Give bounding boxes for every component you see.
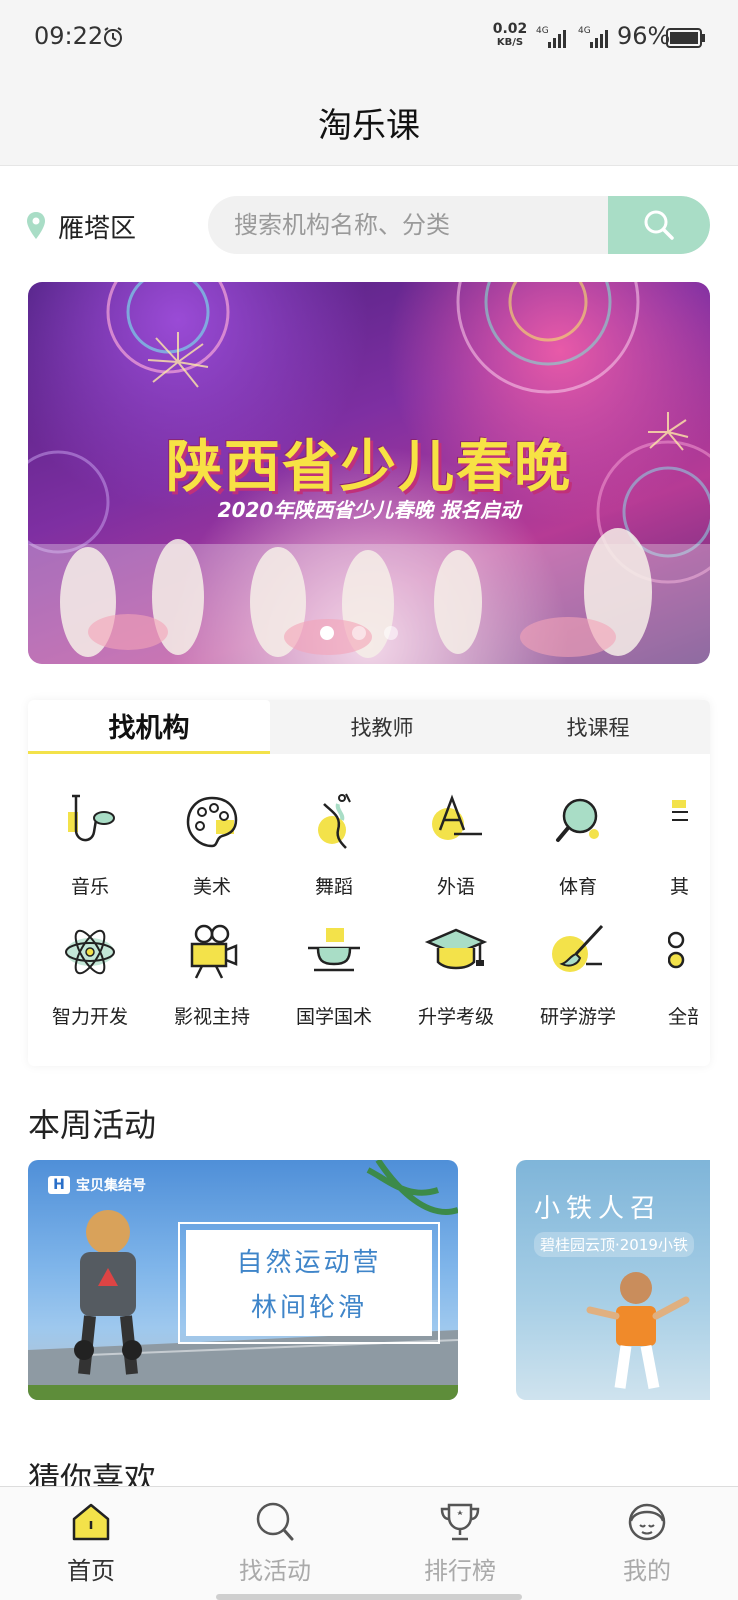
category-grid: 音乐 美术 舞蹈 外语 体育 其 智力开发 影视主持 国学国术 升学考级 研学游… — [28, 790, 710, 1030]
app-screen: 09:22 0.02 KB/S 4G 4G 96% 淘乐课 雁塔区 搜索机构名称… — [0, 0, 738, 1600]
graduation-cap-icon — [424, 928, 488, 970]
search-button[interactable] — [608, 196, 710, 254]
search-icon — [644, 210, 674, 240]
activity-card[interactable]: H 宝贝集结号 自然运动营 林间轮滑 — [28, 1160, 458, 1400]
category-other[interactable]: 其 — [638, 790, 698, 910]
search-input[interactable] — [208, 196, 608, 254]
category-film-hosting[interactable]: 影视主持 — [150, 920, 274, 1040]
tab-find-course[interactable]: 找课程 — [512, 700, 684, 754]
other-icon — [672, 800, 688, 821]
category-all[interactable]: 全部 — [638, 920, 698, 1040]
battery-percent: 96% — [617, 22, 671, 50]
search-type-tabs: 找机构 找教师 找课程 — [28, 700, 710, 754]
nav-profile[interactable]: 我的 — [582, 1487, 712, 1600]
status-time: 09:22 — [34, 22, 104, 50]
tab-find-institution[interactable]: 找机构 — [28, 700, 270, 754]
section-title-this-week: 本周活动 — [28, 1106, 157, 1144]
tab-find-teacher[interactable]: 找教师 — [296, 700, 468, 754]
dancer-icon — [318, 793, 351, 849]
category-exams[interactable]: 升学考级 — [394, 920, 518, 1040]
category-study-tours[interactable]: 研学游学 — [516, 920, 640, 1040]
activity-caption-panel: 自然运动营 林间轮滑 — [178, 1222, 440, 1344]
battery-icon — [666, 28, 705, 48]
nav-ranking[interactable]: 排行榜 — [395, 1487, 525, 1600]
home-indicator[interactable] — [216, 1594, 522, 1600]
category-intelligence[interactable]: 智力开发 — [28, 920, 152, 1040]
activity-brand-logo: H 宝贝集结号 — [48, 1174, 146, 1196]
search-bar — [208, 196, 710, 254]
carousel-dots — [28, 626, 700, 640]
ink-stone-icon — [308, 928, 360, 972]
category-music[interactable]: 音乐 — [28, 790, 152, 910]
category-chinese-studies[interactable]: 国学国术 — [272, 920, 396, 1040]
svg-text:4G: 4G — [578, 26, 591, 36]
app-header: 淘乐课 — [0, 80, 738, 166]
category-dance[interactable]: 舞蹈 — [272, 790, 396, 910]
palette-icon — [186, 796, 238, 848]
all-icon — [668, 931, 685, 969]
location-pin-icon — [27, 212, 45, 239]
category-art[interactable]: 美术 — [150, 790, 274, 910]
nav-find-activity[interactable]: 找活动 — [210, 1487, 340, 1600]
atom-icon — [65, 929, 115, 975]
profile-icon — [628, 1503, 666, 1541]
bottom-navigation: 首页 找活动 排行榜 我的 — [0, 1486, 738, 1600]
paintbrush-icon — [552, 924, 604, 972]
trophy-icon — [440, 1503, 480, 1541]
carousel-dot[interactable] — [384, 626, 398, 640]
ping-pong-icon — [556, 798, 599, 842]
home-icon — [72, 1503, 110, 1541]
search-activity-icon — [256, 1502, 294, 1541]
nav-home[interactable]: 首页 — [26, 1487, 156, 1600]
activity-subtitle: 碧桂园云顶·2019小铁 — [534, 1232, 694, 1257]
location-selector[interactable]: 雁塔区 — [26, 204, 136, 248]
network-speed: 0.02 KB/S — [492, 21, 528, 48]
activity-title-line1: 自然运动营 — [236, 1248, 382, 1278]
cell-signal-icon: 4G — [536, 26, 566, 48]
activity-title: 小铁人召 — [534, 1194, 663, 1224]
cell-signal-icon-2: 4G — [578, 26, 608, 48]
activity-title-line2: 林间轮滑 — [250, 1293, 367, 1323]
letter-a-icon — [432, 794, 482, 840]
carousel-dot-active[interactable] — [320, 626, 334, 640]
saxophone-icon — [68, 794, 115, 842]
location-label: 雁塔区 — [58, 213, 137, 244]
banner-subtitle: 2020年陕西省少儿春晚 报名启动 — [217, 498, 521, 522]
film-camera-icon — [190, 924, 238, 979]
category-card: 找机构 找教师 找课程 音乐 美术 舞蹈 外语 体育 其 智力开发 影视主持 国… — [28, 700, 710, 1066]
carousel-dot[interactable] — [352, 626, 366, 640]
page-title: 淘乐课 — [318, 106, 420, 146]
category-sports[interactable]: 体育 — [516, 790, 640, 910]
promo-banner[interactable]: 陕西省少儿春晚 2020年陕西省少儿春晚 报名启动 — [28, 282, 710, 664]
svg-text:4G: 4G — [536, 26, 549, 36]
activity-card[interactable]: 小铁人召 碧桂园云顶·2019小铁 — [516, 1160, 710, 1400]
alarm-icon — [104, 27, 122, 47]
banner-title: 陕西省少儿春晚 — [166, 435, 572, 500]
category-language[interactable]: 外语 — [394, 790, 518, 910]
status-bar: 09:22 0.02 KB/S 4G 4G 96% — [0, 0, 738, 80]
